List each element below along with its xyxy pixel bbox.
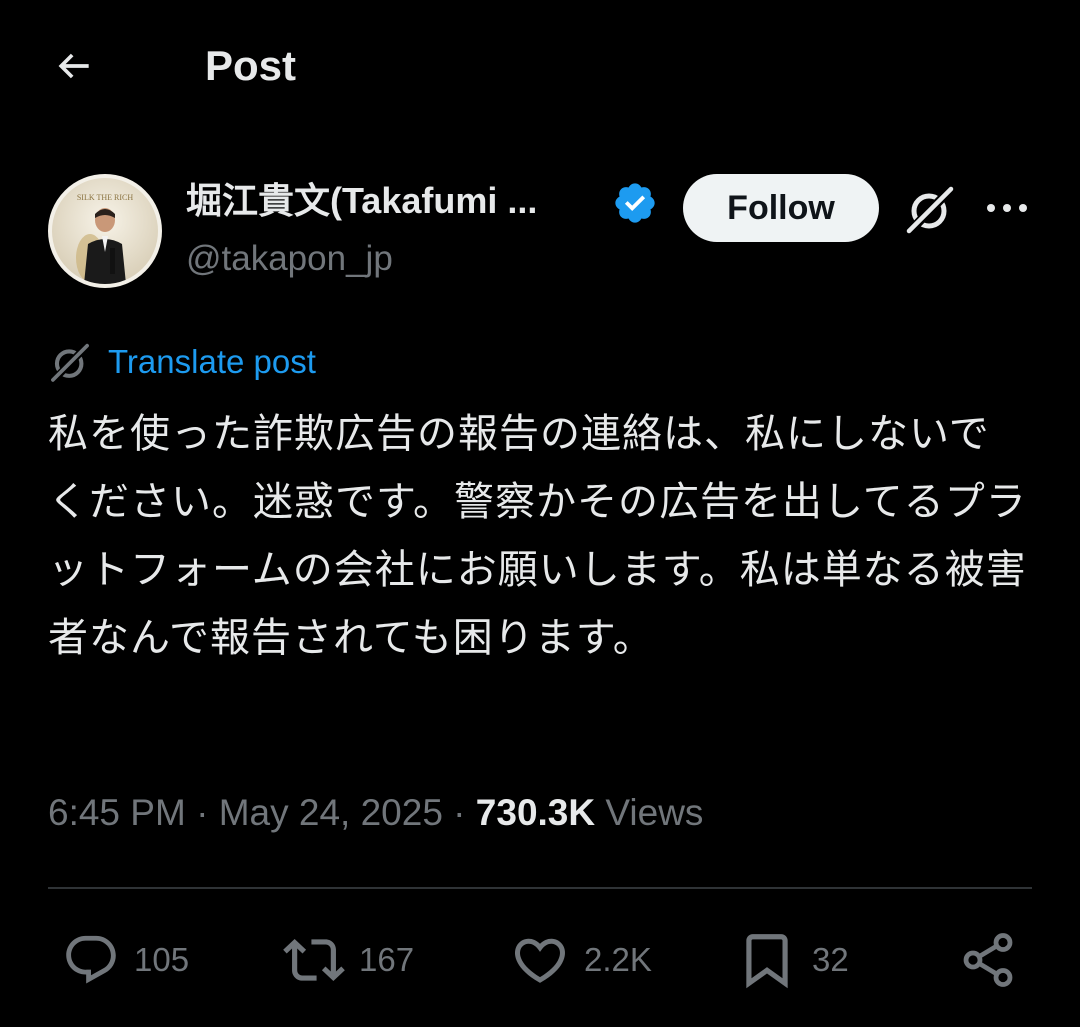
share-button[interactable] <box>958 928 1018 992</box>
grok-icon <box>906 186 954 234</box>
author-handle[interactable]: @takapon_jp <box>186 236 393 282</box>
post-text: 私を使った詐欺広告の報告の連絡は、私にしないでください。迷惑です。警察かその広告… <box>48 411 1027 661</box>
repost-count: 167 <box>359 941 415 978</box>
divider <box>48 887 1032 889</box>
heart-icon <box>514 938 566 983</box>
follow-button[interactable]: Follow <box>683 174 879 242</box>
translate-post-link[interactable]: Translate post <box>48 336 316 388</box>
more-options-button[interactable] <box>980 188 1034 228</box>
share-icon <box>963 933 1013 987</box>
page-title: Post <box>205 42 297 89</box>
translate-post-label: Translate post <box>108 343 316 380</box>
reply-button[interactable]: 105 <box>62 928 189 992</box>
like-count: 2.2K <box>584 941 652 978</box>
author-name[interactable]: 堀江貴文(Takafumi ... <box>186 178 537 224</box>
grok-button[interactable] <box>903 182 957 236</box>
more-horizontal-icon <box>987 204 1027 212</box>
repost-icon <box>283 939 345 981</box>
back-button[interactable] <box>46 38 102 94</box>
bookmark-icon <box>746 934 788 989</box>
post-date[interactable]: May 24, 2025 <box>219 792 443 833</box>
grok-translate-icon <box>51 343 89 382</box>
arrow-left-icon <box>58 53 89 79</box>
bookmark-button[interactable]: 32 <box>736 928 849 992</box>
avatar-image: SILK THE RICH <box>52 178 158 284</box>
avatar[interactable]: SILK THE RICH <box>48 174 162 288</box>
views-label: Views <box>595 792 704 833</box>
bookmark-count: 32 <box>812 941 849 978</box>
views-count[interactable]: 730.3K <box>476 792 595 833</box>
svg-text:SILK THE RICH: SILK THE RICH <box>77 193 134 202</box>
like-button[interactable]: 2.2K <box>510 928 652 992</box>
reply-count: 105 <box>134 941 190 978</box>
repost-button[interactable]: 167 <box>283 928 414 992</box>
separator: · <box>185 792 219 833</box>
separator: · <box>442 792 476 833</box>
reply-icon <box>66 935 116 984</box>
verified-badge-icon <box>615 183 655 223</box>
top-bar: Post <box>0 0 1080 132</box>
post-metadata: 6:45 PM · May 24, 2025 · 730.3K Views <box>48 787 703 839</box>
post-time[interactable]: 6:45 PM <box>48 792 186 833</box>
